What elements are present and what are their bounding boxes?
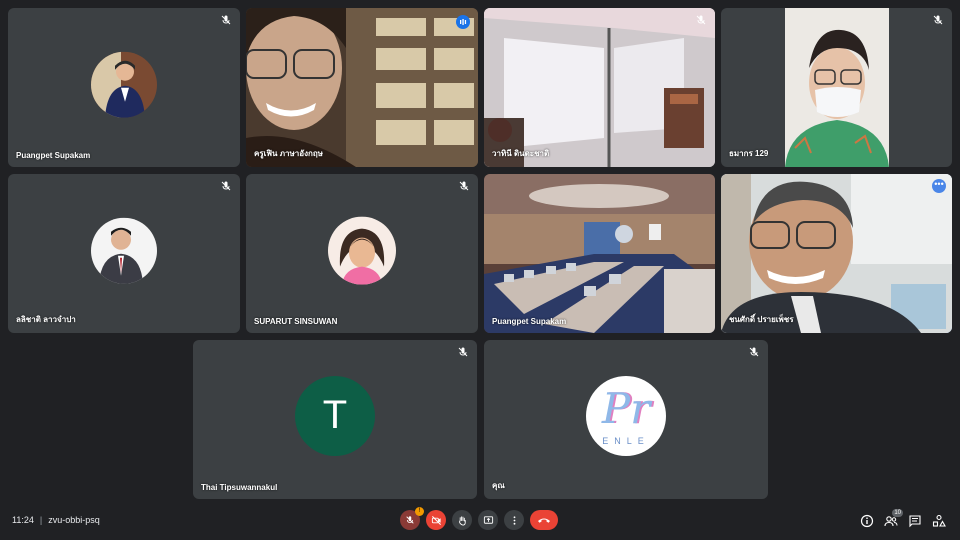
participant-name: ธมากร 129 [729,149,769,158]
activities-icon[interactable] [932,514,946,528]
participant-name: Puangpet Supakam [16,151,91,160]
raise-hand-button[interactable] [452,510,472,530]
participant-name: ครูเฟิน ภาษาอังกฤษ [254,149,323,158]
participant-name: วาทินี ดินดะชาติ [492,149,550,158]
participant-name: คุณ [492,481,505,490]
more-options-icon[interactable]: ••• [932,179,946,193]
participant-tile-chonsak[interactable]: ••• ชนศักดิ์ ปรายเพ็ชร [721,174,952,333]
more-options-button[interactable] [504,510,524,530]
chat-icon[interactable] [908,514,922,528]
avatar [91,51,157,118]
mic-off-icon [406,516,414,524]
meeting-code: zvu-obbi-psq [48,515,100,525]
participant-tile-lalichart[interactable]: ลลิชาติ ลาวจำปา [8,174,240,333]
present-screen-button[interactable] [478,510,498,530]
people-count-badge: 10 [892,509,903,517]
mic-off-icon [221,181,231,191]
camera-toggle-button[interactable] [426,510,446,530]
participant-name: ชนศักดิ์ ปรายเพ็ชร [729,315,794,324]
mic-off-icon [696,15,706,25]
video-feed [785,8,889,167]
camera-off-icon [431,515,441,525]
mic-off-icon [749,347,759,357]
meeting-info: 11:24 | zvu-obbi-psq [12,515,100,525]
participant-name: ลลิชาติ ลาวจำปา [16,315,76,324]
participant-tile-thamakorn[interactable]: ธมากร 129 [721,8,952,167]
video-feed [246,8,478,167]
people-button[interactable]: 10 [884,509,903,528]
meeting-details-icon[interactable] [860,514,874,528]
mic-toggle-button[interactable]: ! [400,507,424,530]
avatar [328,216,396,285]
raise-hand-icon [458,515,466,526]
avatar: Pr ENLE [586,375,666,456]
participant-name: Puangpet Supakam [492,317,567,326]
avatar [91,217,157,284]
participant-name: SUPARUT SINSUWAN [254,317,338,326]
bottom-toolbar: 11:24 | zvu-obbi-psq ! 10 [0,504,960,540]
speaking-indicator-icon [456,15,470,29]
leave-call-button[interactable] [530,510,558,530]
video-feed [721,174,952,333]
mic-off-icon [459,181,469,191]
participant-tile-thai[interactable]: T Thai Tipsuwannakul [193,340,477,499]
video-feed [484,8,715,167]
participant-tile-conference-room[interactable]: Puangpet Supakam [484,174,715,333]
logo-text: Pr [601,383,651,433]
mic-off-icon [458,347,468,357]
logo-subtext: ENLE [602,435,650,446]
participant-tile-speaker[interactable]: ครูเฟิน ภาษาอังกฤษ [246,8,478,167]
participant-tile-watini[interactable]: วาทินี ดินดะชาติ [484,8,715,167]
avatar: T [295,375,375,456]
present-screen-icon [483,515,493,524]
participant-tile-puangpet[interactable]: Puangpet Supakam [8,8,240,167]
mic-off-icon [933,15,943,25]
participant-tile-suparut[interactable]: SUPARUT SINSUWAN [246,174,478,333]
mic-warning-badge: ! [415,507,424,516]
participant-name: Thai Tipsuwannakul [201,483,278,492]
meeting-time: 11:24 [12,515,34,525]
hang-up-icon [538,518,550,523]
more-vert-icon [513,515,515,525]
participant-tile-you[interactable]: Pr ENLE คุณ [484,340,768,499]
avatar-initial: T [322,393,348,437]
video-feed [484,174,715,333]
mic-off-icon [221,15,231,25]
